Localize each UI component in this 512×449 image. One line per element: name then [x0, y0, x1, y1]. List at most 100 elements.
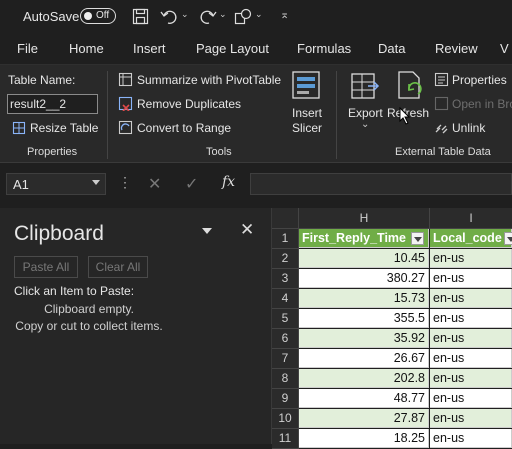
row-header[interactable]: 7 — [272, 349, 299, 369]
table-cell[interactable]: 26.67 — [299, 349, 429, 368]
menu-page-layout[interactable]: Page Layout — [196, 41, 269, 56]
save-icon[interactable] — [132, 8, 149, 25]
group-divider — [107, 71, 108, 159]
table-cell[interactable]: 18.25 — [299, 429, 429, 448]
mouse-pointer-icon — [399, 107, 411, 125]
header-cell-first-reply-time[interactable]: First_Reply_Time — [299, 229, 429, 248]
table-cell[interactable]: 10.45 — [299, 249, 429, 268]
insert-function-icon[interactable]: fx — [222, 174, 235, 190]
undo-icon[interactable] — [160, 8, 178, 25]
table-cell[interactable]: en-us — [430, 369, 512, 388]
table-cell[interactable]: en-us — [430, 269, 512, 288]
row-header[interactable]: 2 — [272, 249, 299, 269]
table-cell[interactable]: en-us — [430, 249, 512, 268]
insert-slicer-line1[interactable]: Insert — [292, 106, 322, 120]
autosave-toggle[interactable]: Off — [80, 8, 116, 24]
row-header[interactable]: 9 — [272, 389, 299, 409]
shapes-icon[interactable] — [234, 8, 252, 25]
menu-home[interactable]: Home — [69, 41, 104, 56]
table-cell[interactable]: en-us — [430, 389, 512, 408]
pane-options-icon[interactable] — [202, 228, 212, 234]
customize-toolbar-icon[interactable]: ⌅ — [280, 8, 289, 21]
table-cell[interactable]: en-us — [430, 289, 512, 308]
properties-button[interactable]: Properties — [452, 73, 507, 87]
unlink-button[interactable]: Unlink — [452, 121, 485, 135]
remove-duplicates-button[interactable]: Remove Duplicates — [137, 97, 241, 111]
external-table-data-group-label: External Table Data — [395, 146, 491, 158]
cell-text: 18.25 — [393, 431, 425, 445]
table-cell[interactable]: 380.27 — [299, 269, 429, 288]
column-header-i[interactable]: I — [430, 208, 512, 229]
cell-text: 35.92 — [393, 331, 425, 345]
summarize-pivot-button[interactable]: Summarize with PivotTable — [137, 73, 281, 87]
insert-slicer-line2[interactable]: Slicer — [292, 121, 322, 135]
cell-text: Local_code — [433, 231, 502, 245]
row-header[interactable]: 8 — [272, 369, 299, 389]
clipboard-empty-line2: Copy or cut to collect items. — [15, 319, 163, 333]
table-cell[interactable]: en-us — [430, 309, 512, 328]
select-all-corner[interactable] — [272, 208, 299, 229]
cell-text: First_Reply_Time — [302, 231, 406, 245]
column-header-h[interactable]: H — [299, 208, 430, 229]
menu-data[interactable]: Data — [378, 41, 405, 56]
name-box-value: A1 — [13, 177, 29, 192]
menu-file[interactable]: File — [17, 41, 38, 56]
filter-dropdown-icon[interactable] — [504, 232, 512, 245]
resize-table-icon — [12, 121, 26, 135]
table-cell[interactable]: 35.92 — [299, 329, 429, 348]
resize-table-button[interactable]: Resize Table — [30, 121, 98, 135]
menu-insert[interactable]: Insert — [133, 41, 166, 56]
menu-view[interactable]: V — [500, 41, 509, 56]
table-name-input[interactable]: result2__2 — [7, 94, 98, 114]
clear-all-button[interactable]: Clear All — [88, 256, 148, 278]
autosave-label: AutoSave — [23, 9, 80, 24]
more-options-icon[interactable]: ⋮ — [118, 174, 132, 191]
row-header[interactable]: 4 — [272, 289, 299, 309]
cell-text: en-us — [433, 331, 465, 345]
table-cell[interactable]: 15.73 — [299, 289, 429, 308]
cell-text: 380.27 — [386, 271, 425, 285]
close-pane-icon[interactable]: ✕ — [240, 220, 254, 240]
convert-to-range-button[interactable]: Convert to Range — [137, 121, 231, 135]
table-cell[interactable]: en-us — [430, 409, 512, 428]
table-cell[interactable]: en-us — [430, 329, 512, 348]
open-in-browser-icon — [434, 96, 449, 111]
cell-text: en-us — [433, 431, 465, 445]
row-header[interactable]: 6 — [272, 329, 299, 349]
row-header[interactable]: 11 — [272, 429, 299, 449]
cell-text: en-us — [433, 291, 465, 305]
row-header[interactable]: 1 — [272, 229, 299, 249]
menu-review[interactable]: Review — [435, 41, 478, 56]
row-header[interactable]: 5 — [272, 309, 299, 329]
insert-slicer-icon — [292, 71, 320, 99]
name-box[interactable]: A1 — [6, 173, 106, 195]
undo-dropdown-chevron-icon[interactable]: ⌄ — [181, 9, 189, 20]
table-cell[interactable]: 27.87 — [299, 409, 429, 428]
paste-all-button[interactable]: Paste All — [14, 256, 78, 278]
table-cell[interactable]: 355.5 — [299, 309, 429, 328]
autosave-state: Off — [96, 10, 110, 21]
table-cell[interactable]: en-us — [430, 429, 512, 448]
export-button[interactable]: Export — [348, 106, 383, 120]
table-cell[interactable]: 202.8 — [299, 369, 429, 388]
enter-formula-icon[interactable]: ✓ — [185, 174, 198, 194]
open-in-browser-button[interactable]: Open in Bro — [452, 97, 512, 111]
unlink-icon — [435, 124, 448, 134]
name-box-dropdown-icon[interactable] — [92, 180, 100, 185]
filter-dropdown-icon[interactable] — [411, 232, 424, 245]
group-divider — [336, 71, 337, 159]
table-cell[interactable]: 48.77 — [299, 389, 429, 408]
shapes-dropdown-chevron-icon[interactable]: ⌄ — [255, 9, 263, 20]
export-chevron-icon[interactable]: ⌄ — [361, 119, 369, 130]
formula-input[interactable] — [250, 173, 512, 195]
cell-text: en-us — [433, 271, 465, 285]
redo-dropdown-chevron-icon[interactable]: ⌄ — [219, 9, 227, 20]
cell-text: en-us — [433, 311, 465, 325]
header-cell-local-code[interactable]: Local_code — [430, 229, 512, 248]
redo-icon[interactable] — [199, 8, 217, 25]
menu-formulas[interactable]: Formulas — [297, 41, 351, 56]
table-cell[interactable]: en-us — [430, 349, 512, 368]
row-header[interactable]: 10 — [272, 409, 299, 429]
cancel-formula-icon[interactable]: ✕ — [148, 174, 161, 194]
row-header[interactable]: 3 — [272, 269, 299, 289]
